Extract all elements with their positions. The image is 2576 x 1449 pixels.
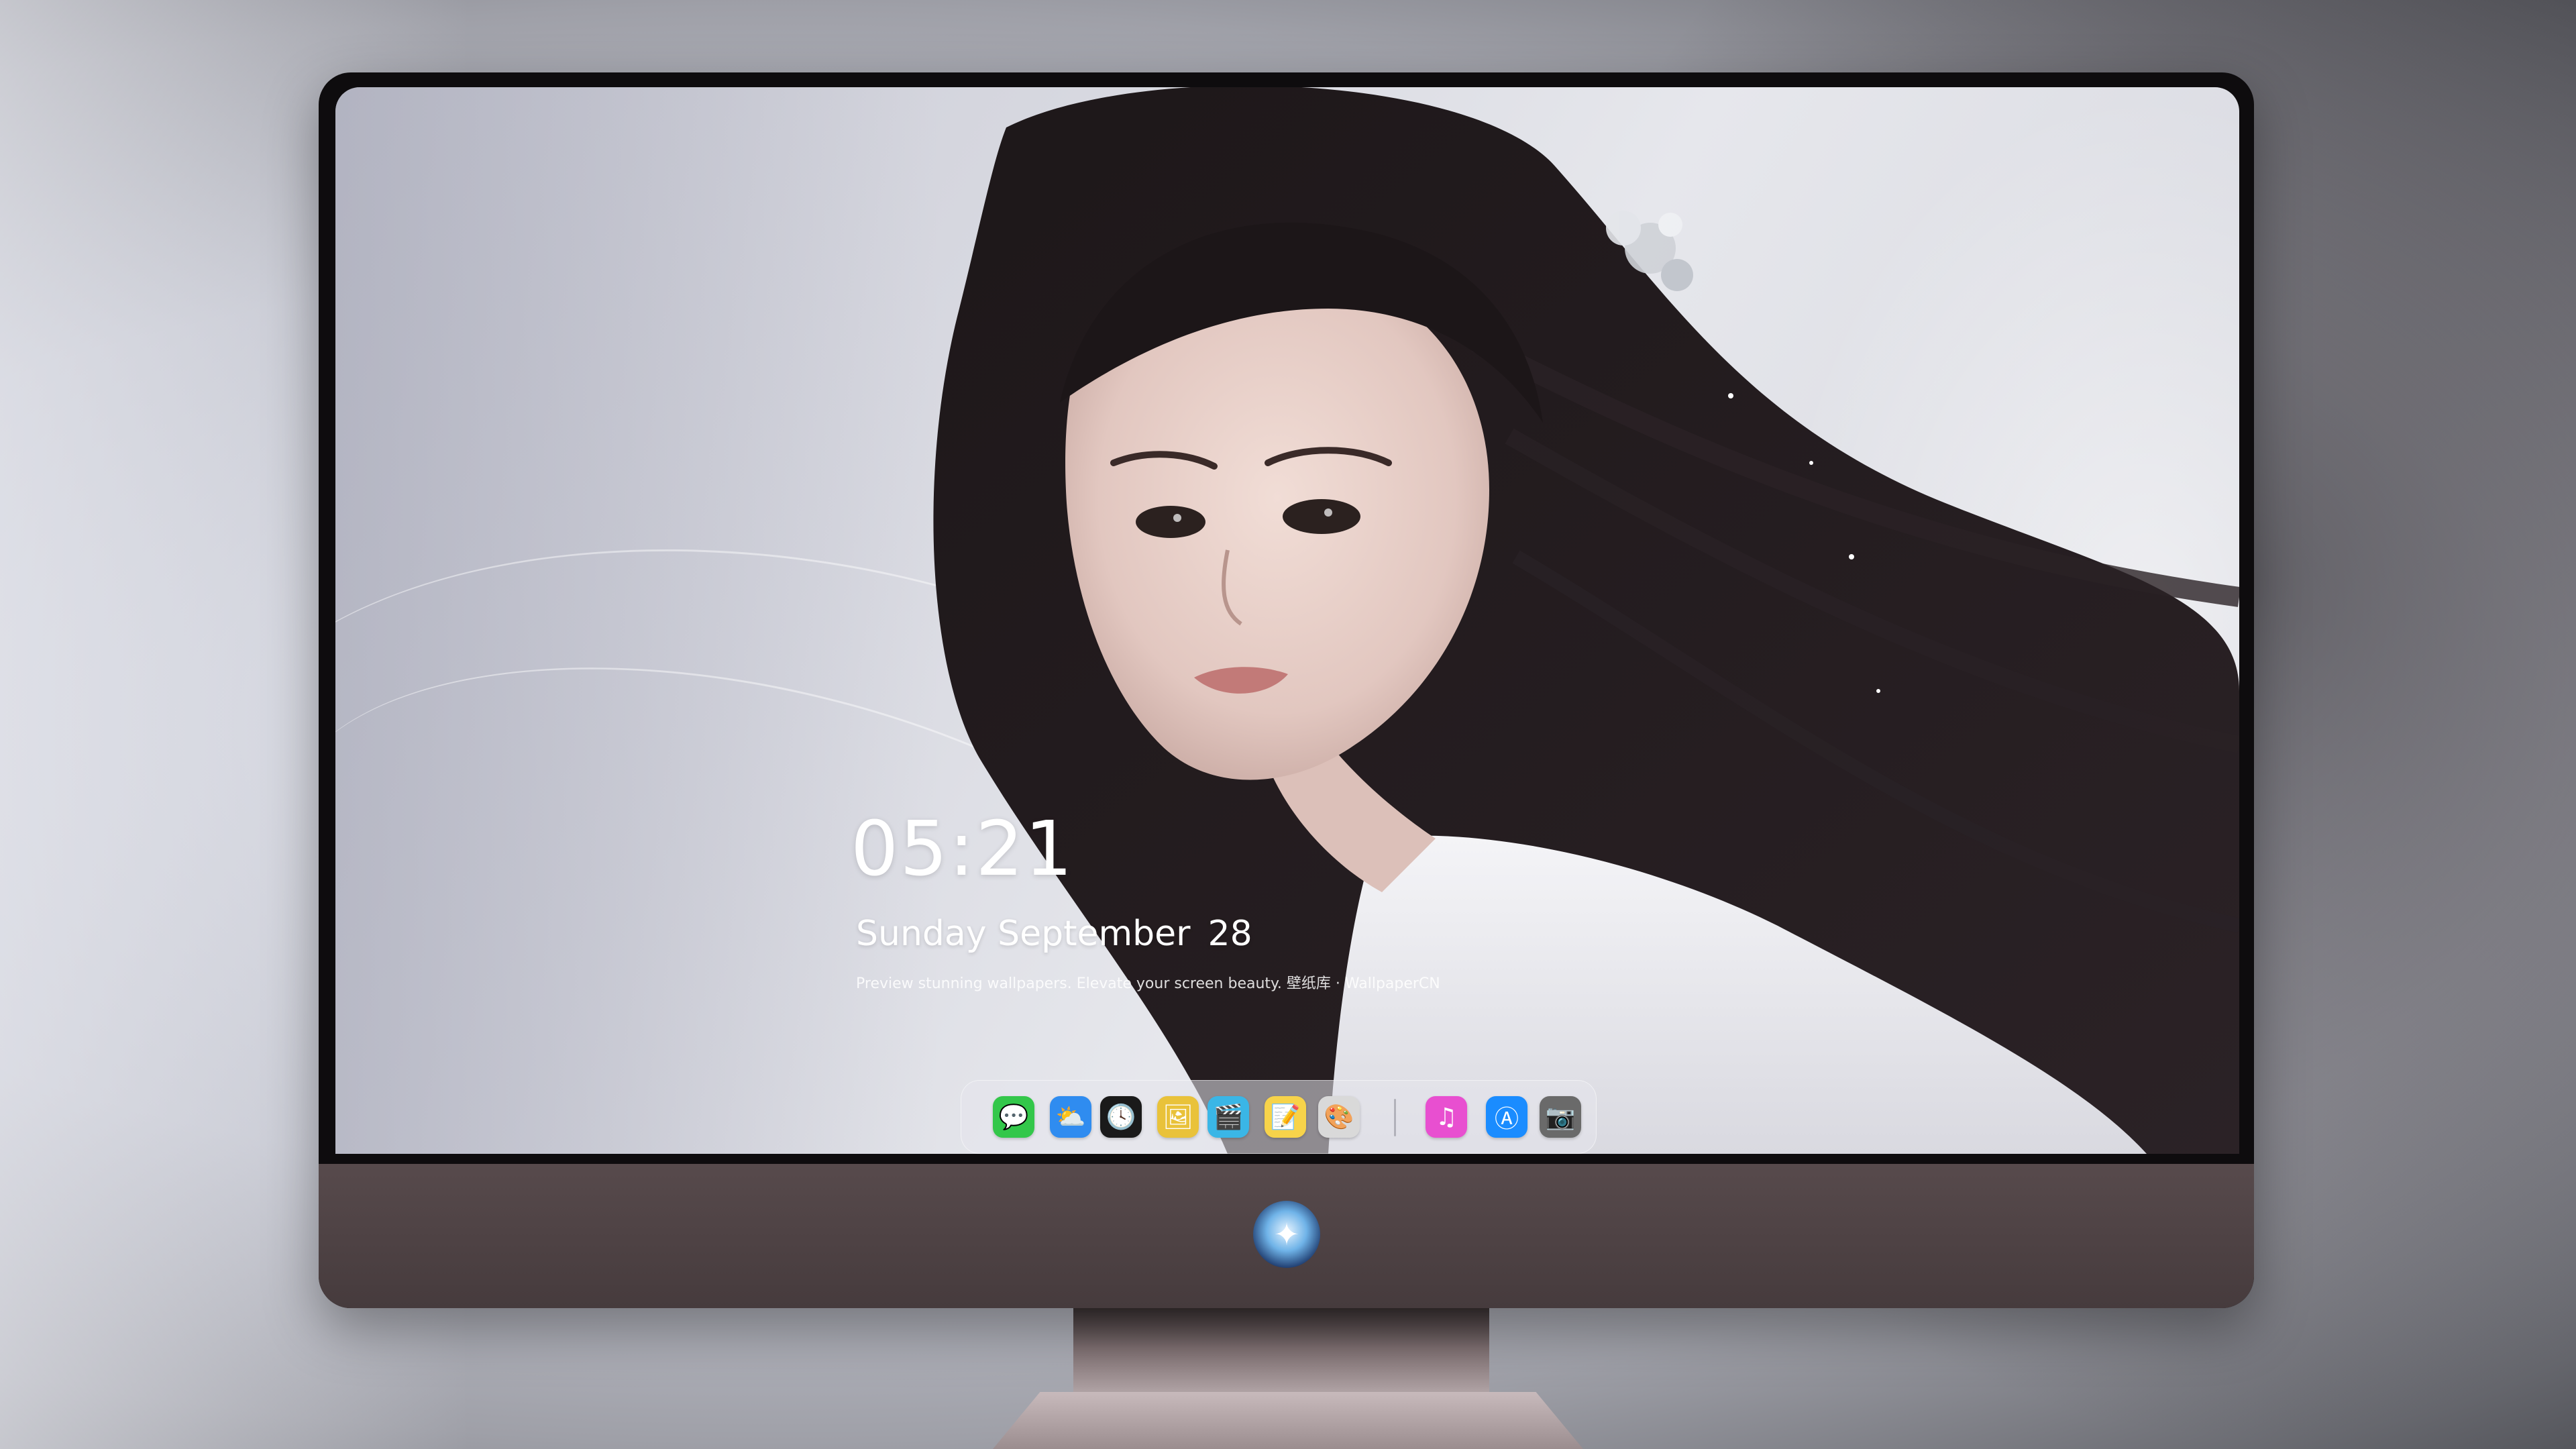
notes-icon[interactable]: 📝 — [1265, 1096, 1306, 1138]
monitor-stand-neck — [1073, 1308, 1489, 1395]
music-icon[interactable]: ♫ — [1426, 1096, 1467, 1138]
weather-icon[interactable]: ⛅ — [1050, 1096, 1091, 1138]
dock-separator — [1394, 1099, 1396, 1136]
app-store-icon[interactable]: Ⓐ — [1486, 1096, 1527, 1138]
camera-icon[interactable]: 📷 — [1540, 1096, 1581, 1138]
preview-icon[interactable]: 🖼 — [1157, 1096, 1199, 1138]
clips-icon[interactable]: 🎬 — [1208, 1096, 1249, 1138]
lockscreen-time: 05:21 — [851, 806, 1074, 893]
brand-logo-icon: ✦ — [1253, 1201, 1320, 1268]
photo-booth-icon[interactable]: 🎨 — [1318, 1096, 1360, 1138]
date-weekday: Sunday — [856, 914, 987, 954]
wallpaper-portrait — [933, 87, 2239, 1154]
lockscreen-tagline: Preview stunning wallpapers. Elevate you… — [856, 975, 1440, 992]
clock-icon[interactable]: 🕓 — [1100, 1096, 1142, 1138]
messages-icon[interactable]: 💬 — [993, 1096, 1034, 1138]
monitor-stand-base — [993, 1392, 1583, 1449]
date-month: September — [998, 914, 1191, 954]
lockscreen-date: Sunday September 28 — [856, 914, 1252, 954]
desktop-screen: 05:21 Sunday September 28 Preview stunnin… — [335, 87, 2239, 1154]
date-day: 28 — [1208, 914, 1252, 954]
